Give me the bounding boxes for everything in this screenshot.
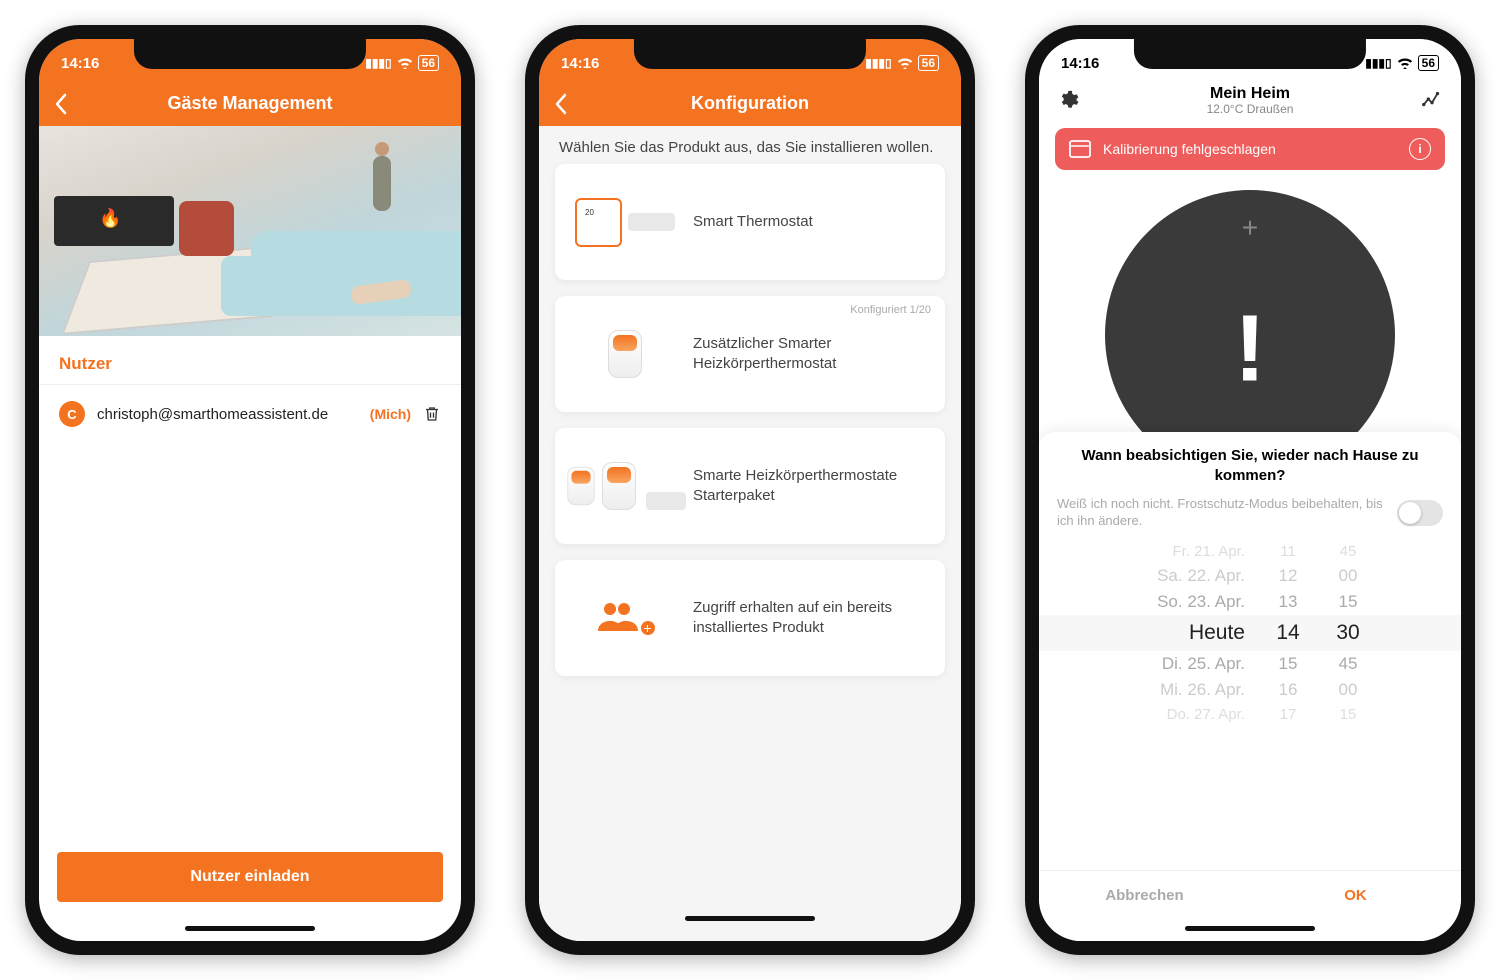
screen-header: Gäste Management	[39, 81, 461, 126]
hero-image	[39, 126, 461, 336]
valve-icon	[575, 324, 675, 384]
product-card-access[interactable]: + Zugriff erhalten auf ein bereits insta…	[555, 560, 945, 676]
window-icon	[1069, 140, 1091, 158]
user-me-tag: (Mich)	[370, 406, 411, 422]
home-indicator[interactable]	[1185, 926, 1315, 931]
cancel-button[interactable]: Abbrechen	[1039, 871, 1250, 920]
status-time: 14:16	[561, 49, 599, 72]
user-avatar: C	[59, 401, 85, 427]
status-time: 14:16	[61, 49, 99, 72]
header-title: Gäste Management	[167, 93, 332, 114]
dial-plus-icon[interactable]: +	[1242, 212, 1258, 244]
screen-header: Konfiguration	[539, 81, 961, 126]
battery-icon: 56	[1418, 55, 1439, 71]
return-time-sheet: Wann beabsichtigen Sie, wieder nach Haus…	[1039, 432, 1461, 941]
battery-icon: 56	[418, 55, 439, 71]
product-card-valve[interactable]: Konfiguriert 1/20 Zusätzlicher Smarter H…	[555, 296, 945, 412]
home-indicator[interactable]	[185, 926, 315, 931]
ok-button[interactable]: OK	[1250, 871, 1461, 920]
wifi-icon	[397, 57, 413, 69]
graph-icon[interactable]	[1421, 89, 1443, 111]
product-card-thermostat[interactable]: Smart Thermostat	[555, 164, 945, 280]
signal-icon: ▮▮▮▯	[865, 56, 891, 70]
status-icons: ▮▮▮▯ 56	[865, 49, 939, 71]
user-row[interactable]: C christoph@smarthomeassistent.de (Mich)	[39, 385, 461, 443]
error-text: Kalibrierung fehlgeschlagen	[1103, 141, 1276, 157]
dial-alert-icon: !	[1234, 295, 1266, 404]
status-icons: ▮▮▮▯ 56	[1365, 49, 1439, 71]
picker-minute: 30	[1331, 621, 1365, 645]
thermostat-icon	[575, 192, 675, 252]
status-time: 14:16	[1061, 49, 1099, 72]
sheet-question: Wann beabsichtigen Sie, wieder nach Haus…	[1039, 432, 1461, 497]
picker-day: Heute	[1135, 621, 1245, 645]
home-indicator[interactable]	[685, 916, 815, 921]
picker-selected-row: Heute 14 30	[1039, 615, 1461, 651]
users-section-title: Nutzer	[39, 336, 461, 385]
product-label: Smarte Heizkörperthermostate Starterpake…	[693, 466, 925, 507]
back-button[interactable]	[554, 93, 568, 115]
info-icon[interactable]: i	[1409, 138, 1431, 160]
product-card-starter[interactable]: Smarte Heizkörperthermostate Starterpake…	[555, 428, 945, 544]
configured-badge: Konfiguriert 1/20	[850, 304, 931, 316]
product-label: Zugriff erhalten auf ein bereits install…	[693, 598, 925, 639]
outside-temp: 12.0°C Draußen	[1207, 103, 1294, 116]
home-name: Mein Heim	[1207, 85, 1294, 103]
product-label: Smart Thermostat	[693, 212, 925, 232]
delete-user-icon[interactable]	[423, 405, 441, 423]
wifi-icon	[897, 57, 913, 69]
battery-icon: 56	[918, 55, 939, 71]
instruction-text: Wählen Sie das Produkt aus, das Sie inst…	[539, 126, 961, 164]
wifi-icon	[1397, 57, 1413, 69]
people-icon: +	[575, 588, 675, 648]
signal-icon: ▮▮▮▯	[365, 56, 391, 70]
home-header: Mein Heim 12.0°C Draußen	[1039, 81, 1461, 118]
user-email: christoph@smarthomeassistent.de	[97, 406, 358, 423]
picker-hour: 14	[1271, 621, 1305, 645]
frost-mode-toggle[interactable]	[1397, 500, 1443, 526]
starter-pack-icon	[575, 456, 675, 516]
invite-user-button[interactable]: Nutzer einladen	[57, 852, 443, 902]
thermostat-dial[interactable]: + !	[1039, 180, 1461, 450]
frost-mode-label: Weiß ich noch nicht. Frostschutz-Modus b…	[1057, 496, 1387, 530]
signal-icon: ▮▮▮▯	[1365, 56, 1391, 70]
error-banner[interactable]: Kalibrierung fehlgeschlagen i	[1055, 128, 1445, 170]
status-icons: ▮▮▮▯ 56	[365, 49, 439, 71]
product-label: Zusätzlicher Smarter Heizkörperthermosta…	[693, 334, 925, 375]
settings-icon[interactable]	[1057, 89, 1079, 111]
back-button[interactable]	[54, 93, 68, 115]
header-title: Konfiguration	[691, 93, 809, 114]
datetime-picker[interactable]: Fr. 21. Apr.1145 Sa. 22. Apr.1200 So. 23…	[1039, 540, 1461, 870]
